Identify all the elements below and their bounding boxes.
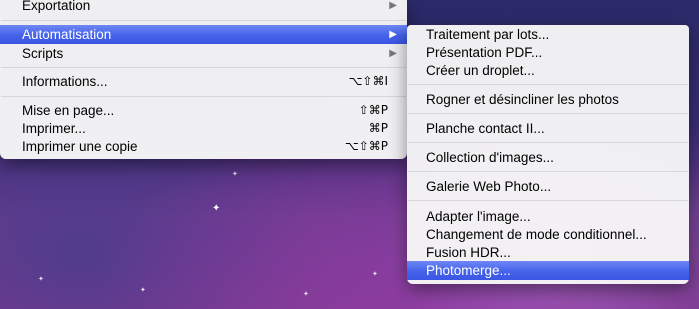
menu-item-photomerge[interactable]: Photomerge... <box>407 261 689 280</box>
menu-item-label: Changement de mode conditionnel... <box>426 227 647 242</box>
menu-separator <box>408 142 688 143</box>
menu-item-traitement-par-lots[interactable]: Traitement par lots... <box>407 25 689 44</box>
automatisation-submenu: Traitement par lots... Présentation PDF.… <box>407 25 689 284</box>
menu-item-label: Rogner et désincliner les photos <box>426 92 619 107</box>
menu-item-changement-mode-conditionnel[interactable]: Changement de mode conditionnel... <box>407 225 689 244</box>
menu-item-automatisation[interactable]: Automatisation ▶ <box>0 25 407 44</box>
menu-item-scripts[interactable]: Scripts ▶ <box>0 44 407 63</box>
menu-shortcut: ⌥⇧⌘I <box>348 74 388 88</box>
menu-item-label: Fusion HDR... <box>426 245 511 260</box>
menu-item-label: Scripts <box>22 46 64 61</box>
menu-item-label: Galerie Web Photo... <box>426 179 552 194</box>
menu-separator <box>408 113 688 114</box>
menu-separator <box>1 67 406 68</box>
menu-separator <box>408 84 688 85</box>
menu-item-galerie-web-photo[interactable]: Galerie Web Photo... <box>407 177 689 196</box>
menu-item-rogner-desincliner[interactable]: Rogner et désincliner les photos <box>407 90 689 109</box>
menu-item-label: Informations... <box>22 74 108 89</box>
menu-item-label: Présentation PDF... <box>426 45 543 60</box>
menu-separator <box>1 20 406 21</box>
menu-item-mise-en-page[interactable]: Mise en page... ⇧⌘P <box>0 101 407 120</box>
menu-item-label: Photomerge... <box>426 263 511 278</box>
star-icon: ✦ <box>140 287 146 294</box>
menu-separator <box>408 171 688 172</box>
menu-item-imprimer[interactable]: Imprimer... ⌘P <box>0 119 407 138</box>
menu-item-exportation[interactable]: Exportation ▶ <box>0 0 407 15</box>
menu-item-planche-contact[interactable]: Planche contact II... <box>407 119 689 138</box>
menu-item-adapter-image[interactable]: Adapter l'image... <box>407 207 689 226</box>
menu-item-imprimer-une-copie[interactable]: Imprimer une copie ⌥⇧⌘P <box>0 137 407 156</box>
star-icon: ✦ <box>372 271 378 278</box>
menu-item-fusion-hdr[interactable]: Fusion HDR... <box>407 243 689 262</box>
menu-item-informations[interactable]: Informations... ⌥⇧⌘I <box>0 72 407 91</box>
star-icon: ✦ <box>212 203 221 214</box>
menu-item-label: Imprimer une copie <box>22 139 138 154</box>
star-icon: ✦ <box>38 276 44 283</box>
menu-item-label: Créer un droplet... <box>426 63 535 78</box>
file-menu: Exportation ▶ Automatisation ▶ Scripts ▶… <box>0 0 407 159</box>
menu-item-label: Collection d'images... <box>426 150 554 165</box>
menu-item-label: Planche contact II... <box>426 121 545 136</box>
menu-item-label: Adapter l'image... <box>426 209 531 224</box>
menu-shortcut: ⌘P <box>368 121 388 135</box>
submenu-arrow-icon: ▶ <box>389 48 397 59</box>
menu-shortcut: ⇧⌘P <box>358 103 388 117</box>
star-icon: ✦ <box>232 171 238 178</box>
menu-separator <box>408 200 688 201</box>
menu-shortcut: ⌥⇧⌘P <box>344 139 388 153</box>
star-icon: ✦ <box>303 291 309 298</box>
menu-item-label: Mise en page... <box>22 103 115 118</box>
submenu-arrow-icon: ▶ <box>389 0 397 11</box>
menu-item-creer-un-droplet[interactable]: Créer un droplet... <box>407 61 689 80</box>
menu-item-label: Imprimer... <box>22 121 86 136</box>
menu-separator <box>1 96 406 97</box>
menu-item-presentation-pdf[interactable]: Présentation PDF... <box>407 43 689 62</box>
menu-item-label: Traitement par lots... <box>426 27 550 42</box>
menu-item-collection-images[interactable]: Collection d'images... <box>407 148 689 167</box>
menu-item-label: Exportation <box>22 0 91 13</box>
menu-item-label: Automatisation <box>22 27 112 42</box>
submenu-arrow-icon: ▶ <box>389 29 397 40</box>
